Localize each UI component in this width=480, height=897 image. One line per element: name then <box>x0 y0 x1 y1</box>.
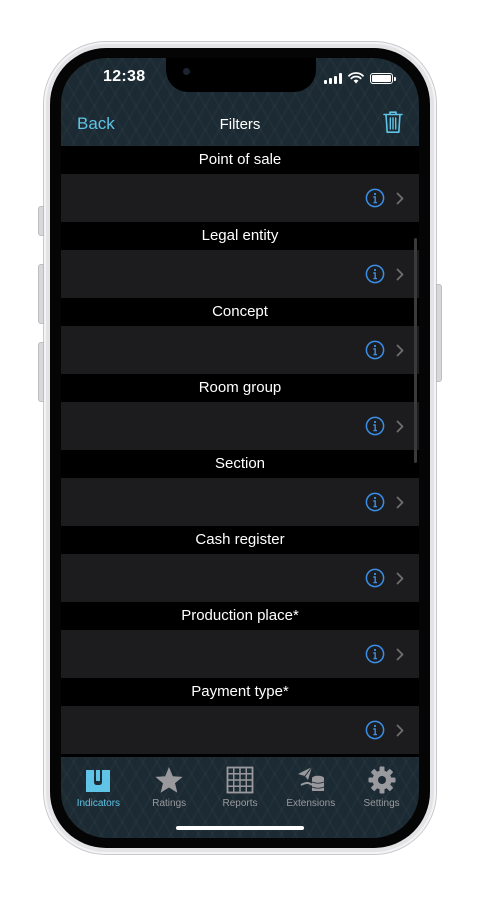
chevron-right-icon <box>396 496 404 509</box>
filter-row-payment-type[interactable] <box>61 706 419 754</box>
info-icon[interactable] <box>365 264 385 284</box>
filter-label: Legal entity <box>201 227 279 244</box>
filter-label: Production place* <box>181 607 299 624</box>
chevron-right-icon <box>396 192 404 205</box>
filter-label: Room group <box>198 379 282 396</box>
chevron-right-icon <box>396 572 404 585</box>
navigation-bar: 12:38 Back Filters <box>61 58 419 146</box>
volume-down-button <box>38 342 44 402</box>
gear-icon <box>368 766 396 794</box>
info-icon[interactable] <box>365 644 385 664</box>
info-icon[interactable] <box>365 416 385 436</box>
tab-indicators[interactable]: Indicators <box>63 765 133 809</box>
tab-reports[interactable]: Reports <box>205 765 275 809</box>
volume-up-button <box>38 264 44 324</box>
tab-settings[interactable]: Settings <box>347 765 417 809</box>
filter-row-concept[interactable] <box>61 326 419 374</box>
grid-icon <box>226 766 254 794</box>
tab-label: Settings <box>363 798 400 809</box>
filter-label: Concept <box>212 303 268 320</box>
trash-icon[interactable] <box>383 110 403 134</box>
wifi-icon <box>348 72 364 84</box>
tab-extensions[interactable]: Extensions <box>276 765 346 809</box>
info-icon[interactable] <box>365 188 385 208</box>
chevron-right-icon <box>396 724 404 737</box>
screen: 12:38 Back Filters Point of sale Legal e… <box>61 58 419 838</box>
tab-label: Indicators <box>76 798 121 809</box>
status-time: 12:38 <box>103 68 146 85</box>
tab-label: Extensions <box>286 798 336 809</box>
info-icon[interactable] <box>365 340 385 360</box>
cellular-signal-icon <box>324 72 342 84</box>
filter-row-section[interactable] <box>61 478 419 526</box>
page-title: Filters <box>219 116 261 133</box>
indicators-icon <box>86 770 111 792</box>
info-icon[interactable] <box>365 568 385 588</box>
tab-label: Ratings <box>152 798 187 809</box>
tab-bar: Indicators Ratings Reports Extensions Se… <box>61 757 419 838</box>
chevron-right-icon <box>396 344 404 357</box>
filter-row-room-group[interactable] <box>61 402 419 450</box>
scrollbar[interactable] <box>414 238 417 463</box>
status-icons <box>324 72 396 84</box>
filter-row-production-place[interactable] <box>61 630 419 678</box>
front-camera <box>183 68 190 75</box>
filter-label: Section <box>214 455 266 472</box>
filter-row-legal-entity[interactable] <box>61 250 419 298</box>
notch <box>166 58 316 92</box>
filter-row-point-of-sale[interactable] <box>61 174 419 222</box>
info-icon[interactable] <box>365 720 385 740</box>
home-indicator[interactable] <box>176 826 304 830</box>
tab-label: Reports <box>222 798 258 809</box>
filter-label: Payment type* <box>191 683 289 700</box>
info-icon[interactable] <box>365 492 385 512</box>
chevron-right-icon <box>396 268 404 281</box>
filter-label: Cash register <box>195 531 285 548</box>
star-icon <box>155 767 183 793</box>
filter-row-cash-register[interactable] <box>61 554 419 602</box>
filters-list[interactable]: Point of sale Legal entity Concept Room … <box>61 146 419 757</box>
chevron-right-icon <box>396 648 404 661</box>
tab-ratings[interactable]: Ratings <box>134 765 204 809</box>
filter-label: Point of sale <box>198 151 282 168</box>
chevron-right-icon <box>396 420 404 433</box>
extensions-icon <box>297 766 324 791</box>
battery-icon <box>370 72 396 84</box>
power-button <box>436 284 442 382</box>
silent-switch <box>38 206 44 236</box>
